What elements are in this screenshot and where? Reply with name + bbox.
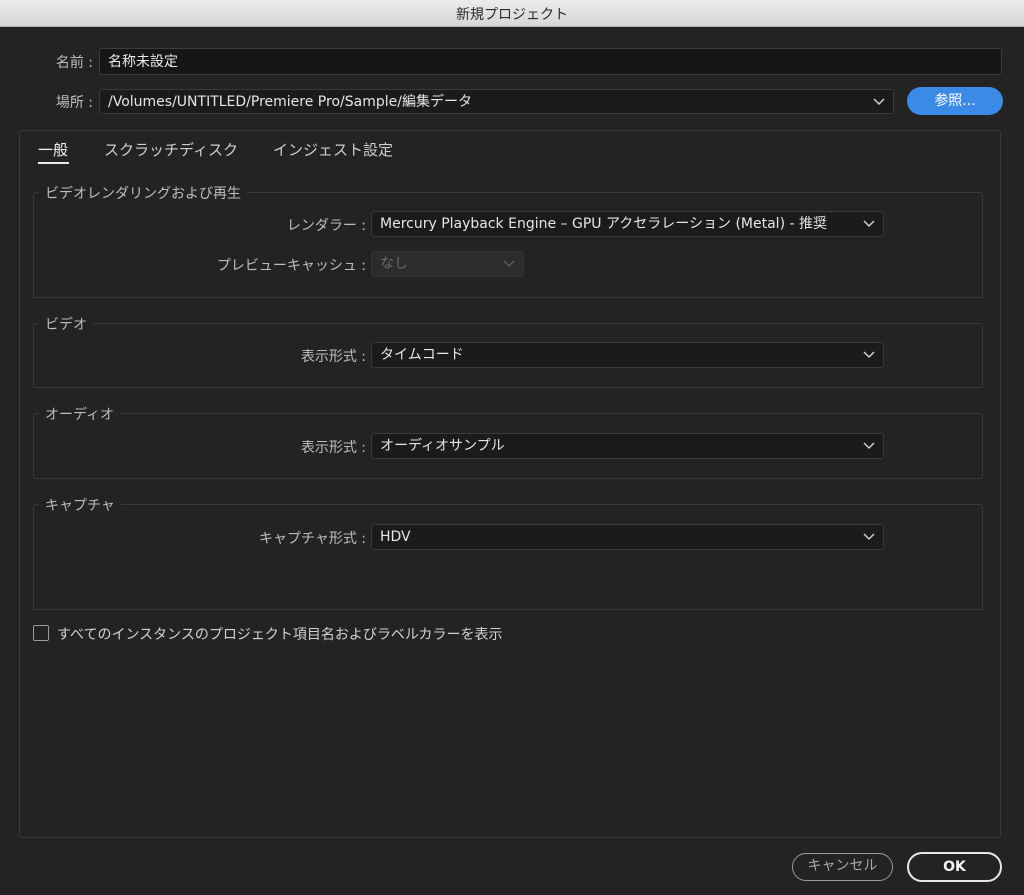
- tab-scratch-disks[interactable]: スクラッチディスク: [104, 139, 238, 160]
- active-tab-indicator: [38, 162, 69, 164]
- name-label: 名前 :: [55, 55, 93, 71]
- chevron-down-icon: [863, 442, 875, 450]
- audio-display-format-label: 表示形式 :: [300, 440, 366, 456]
- audio-display-format-dropdown[interactable]: オーディオサンプル: [371, 433, 884, 459]
- title-bar[interactable]: 新規プロジェクト: [0, 0, 1024, 27]
- show-label-color-checkbox[interactable]: [33, 625, 49, 641]
- capture-format-label: キャプチャ形式 :: [258, 531, 366, 547]
- audio-group-title: オーディオ: [39, 404, 121, 424]
- capture-format-value: HDV: [380, 529, 411, 545]
- audio-display-format-value: オーディオサンプル: [380, 438, 505, 454]
- renderer-dropdown[interactable]: Mercury Playback Engine – GPU アクセラレーション …: [371, 211, 884, 237]
- cancel-button[interactable]: キャンセル: [792, 853, 893, 881]
- capture-format-dropdown[interactable]: HDV: [371, 524, 884, 550]
- show-label-color-label[interactable]: すべてのインスタンスのプロジェクト項目名およびラベルカラーを表示: [57, 624, 502, 644]
- tab-general[interactable]: 一般: [38, 139, 68, 160]
- project-name-input[interactable]: 名称未設定: [99, 48, 1002, 75]
- video-display-format-dropdown[interactable]: タイムコード: [371, 342, 884, 368]
- video-group-title: ビデオ: [39, 314, 93, 334]
- preview-cache-dropdown: なし: [371, 251, 524, 277]
- capture-group-title: キャプチャ: [39, 495, 121, 515]
- preview-cache-value: なし: [380, 256, 408, 272]
- renderer-label: レンダラー :: [286, 218, 366, 234]
- tab-ingest-settings[interactable]: インジェスト設定: [273, 139, 393, 160]
- renderer-value: Mercury Playback Engine – GPU アクセラレーション …: [380, 216, 827, 232]
- location-value: /Volumes/UNTITLED/Premiere Pro/Sample/編集…: [108, 94, 472, 110]
- video-display-format-label: 表示形式 :: [300, 349, 366, 365]
- chevron-down-icon: [863, 351, 875, 359]
- new-project-dialog: 新規プロジェクト 名前 : 名称未設定 場所 : /Volumes/UNTITL…: [0, 0, 1024, 895]
- preview-cache-label: プレビューキャッシュ :: [216, 258, 366, 274]
- location-label: 場所 :: [55, 95, 93, 111]
- chevron-down-icon: [873, 98, 885, 106]
- browse-button[interactable]: 参照...: [907, 87, 1003, 115]
- video-rendering-group: [33, 192, 983, 298]
- video-rendering-title: ビデオレンダリングおよび再生: [39, 183, 247, 203]
- window-title: 新規プロジェクト: [456, 7, 568, 23]
- capture-group: [33, 504, 983, 610]
- chevron-down-icon: [863, 533, 875, 541]
- ok-button[interactable]: OK: [907, 852, 1002, 882]
- video-display-format-value: タイムコード: [380, 347, 464, 363]
- chevron-down-icon: [503, 260, 515, 268]
- location-dropdown[interactable]: /Volumes/UNTITLED/Premiere Pro/Sample/編集…: [99, 89, 894, 114]
- chevron-down-icon: [863, 220, 875, 228]
